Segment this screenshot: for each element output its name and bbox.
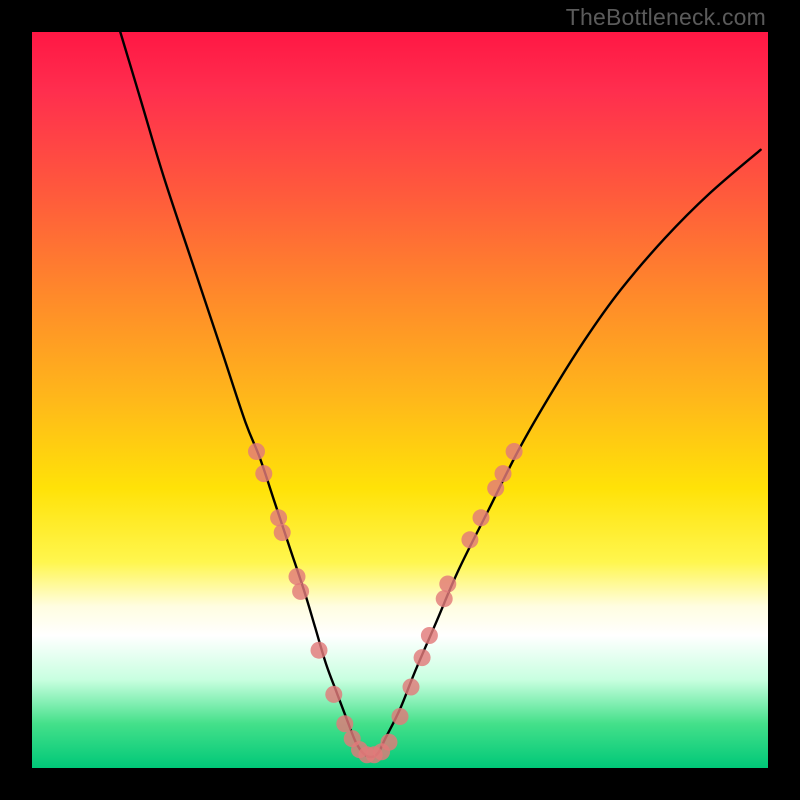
- chart-frame: TheBottleneck.com: [0, 0, 800, 800]
- plot-area: [32, 32, 768, 768]
- data-marker: [292, 583, 309, 600]
- data-marker: [289, 568, 306, 585]
- data-marker: [392, 708, 409, 725]
- data-marker: [461, 531, 478, 548]
- data-marker: [255, 465, 272, 482]
- data-marker: [381, 734, 398, 751]
- data-marker: [506, 443, 523, 460]
- data-marker: [274, 524, 291, 541]
- data-marker: [439, 576, 456, 593]
- data-marker: [421, 627, 438, 644]
- data-marker: [495, 465, 512, 482]
- marker-group: [248, 443, 523, 763]
- watermark-label: TheBottleneck.com: [566, 4, 766, 31]
- data-marker: [473, 509, 490, 526]
- data-marker: [487, 480, 504, 497]
- data-marker: [270, 509, 287, 526]
- data-marker: [436, 590, 453, 607]
- data-marker: [403, 679, 420, 696]
- data-marker: [414, 649, 431, 666]
- bottleneck-curve: [120, 32, 760, 757]
- data-marker: [248, 443, 265, 460]
- data-marker: [325, 686, 342, 703]
- data-marker: [311, 642, 328, 659]
- curve-layer: [32, 32, 768, 768]
- data-marker: [336, 715, 353, 732]
